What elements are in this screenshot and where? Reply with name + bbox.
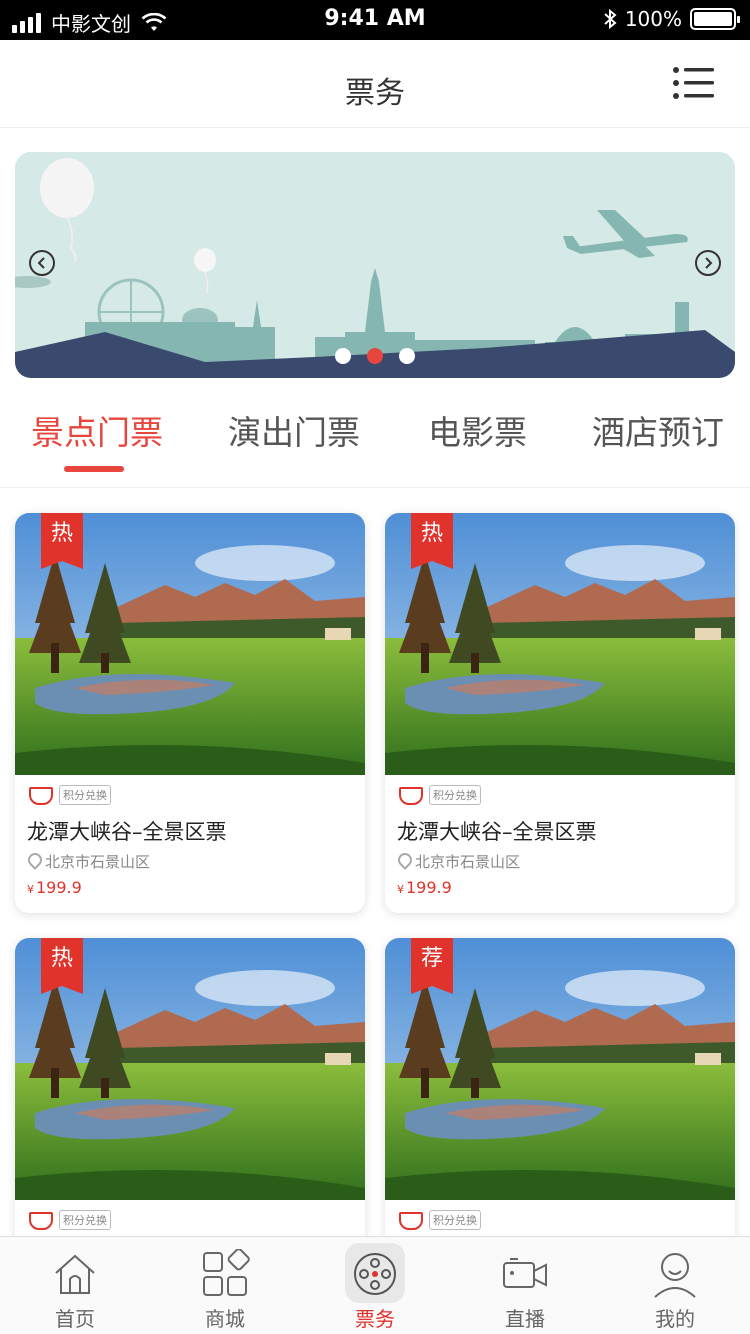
- tabbar-item-live[interactable]: 直播: [450, 1237, 600, 1334]
- card-location: 北京市石景山区: [45, 853, 151, 871]
- tabbar-label-me: 我的: [655, 1307, 695, 1331]
- ticket-card[interactable]: 热 积分兑换 龙潭大峡谷–全景区票 北京市石景山区 ¥199.9: [15, 513, 365, 913]
- active-tab-indicator: [64, 466, 124, 472]
- battery-percent: 100%: [624, 7, 682, 31]
- tab-movie-tickets[interactable]: 电影票: [428, 406, 527, 454]
- tab-show-tickets[interactable]: 演出门票: [228, 406, 360, 454]
- tabbar-label-tickets: 票务: [355, 1307, 395, 1331]
- bottom-tab-bar: 首页 商城 票务 直播 我的: [0, 1236, 750, 1334]
- chevron-right-icon: [705, 257, 713, 269]
- points-tag: 积分兑换: [429, 1210, 481, 1230]
- list-menu-icon[interactable]: [672, 66, 714, 100]
- currency-symbol: ¥: [397, 883, 404, 896]
- ticket-card[interactable]: 热 积分兑换: [15, 938, 365, 1236]
- page-title: 票务: [345, 76, 405, 111]
- carousel-dot[interactable]: [335, 348, 351, 364]
- card-title: 龙潭大峡谷–全景区票: [397, 820, 597, 844]
- carousel-dot[interactable]: [399, 348, 415, 364]
- user-icon: [654, 1253, 696, 1298]
- tab-hotel-booking[interactable]: 酒店预订: [592, 406, 724, 454]
- card-price: 199.9: [406, 878, 452, 897]
- status-bar: 中影文创 9:41 AM 100%: [0, 0, 750, 40]
- chevron-left-icon: [37, 257, 45, 269]
- tabbar-label-mall: 商城: [205, 1307, 245, 1331]
- tab-scenic-tickets[interactable]: 景点门票: [31, 406, 163, 454]
- tabbar-item-me[interactable]: 我的: [600, 1237, 750, 1334]
- points-tag: 积分兑换: [59, 785, 111, 805]
- currency-symbol: ¥: [27, 883, 34, 896]
- hot-badge: 热: [41, 938, 83, 994]
- diamond-icon: [397, 1210, 423, 1230]
- diamond-icon: [27, 785, 53, 805]
- bluetooth-icon: [604, 8, 617, 30]
- tabbar-item-mall[interactable]: 商城: [150, 1237, 300, 1334]
- banner-prev-button[interactable]: [29, 250, 55, 276]
- banner-carousel[interactable]: [15, 152, 735, 378]
- battery-icon: [690, 8, 740, 30]
- hot-badge: 热: [41, 513, 83, 569]
- carousel-dot[interactable]: [367, 348, 383, 364]
- tabbar-item-tickets[interactable]: 票务: [300, 1237, 450, 1334]
- category-tabs: 景点门票 演出门票 电影票 酒店预订: [0, 390, 750, 488]
- location-pin-icon: [27, 853, 41, 871]
- recommend-badge: 荐: [411, 938, 453, 994]
- main-content[interactable]: 景点门票 演出门票 电影票 酒店预订 热 积分兑换 龙潭大峡谷–全景区票 北京市…: [0, 128, 750, 1236]
- location-pin-icon: [397, 853, 411, 871]
- film-reel-icon: [354, 1253, 396, 1295]
- video-camera-icon: [503, 1258, 547, 1288]
- ticket-card[interactable]: 荐 积分兑换: [385, 938, 735, 1236]
- points-tag: 积分兑换: [59, 1210, 111, 1230]
- home-icon: [55, 1254, 95, 1294]
- tabbar-label-home: 首页: [55, 1307, 95, 1331]
- nav-bar: 票务: [0, 40, 750, 128]
- card-price: 199.9: [36, 878, 82, 897]
- card-location: 北京市石景山区: [415, 853, 521, 871]
- banner-illustration: [15, 152, 735, 378]
- grid-icon: [203, 1249, 250, 1296]
- points-tag: 积分兑换: [429, 785, 481, 805]
- card-title: 龙潭大峡谷–全景区票: [27, 820, 227, 844]
- ticket-card[interactable]: 热 积分兑换 龙潭大峡谷–全景区票 北京市石景山区 ¥199.9: [385, 513, 735, 913]
- diamond-icon: [27, 1210, 53, 1230]
- banner-next-button[interactable]: [695, 250, 721, 276]
- diamond-icon: [397, 785, 423, 805]
- carousel-indicator[interactable]: [335, 348, 415, 364]
- tabbar-label-live: 直播: [505, 1307, 545, 1331]
- tabbar-item-home[interactable]: 首页: [0, 1237, 150, 1334]
- hot-badge: 热: [411, 513, 453, 569]
